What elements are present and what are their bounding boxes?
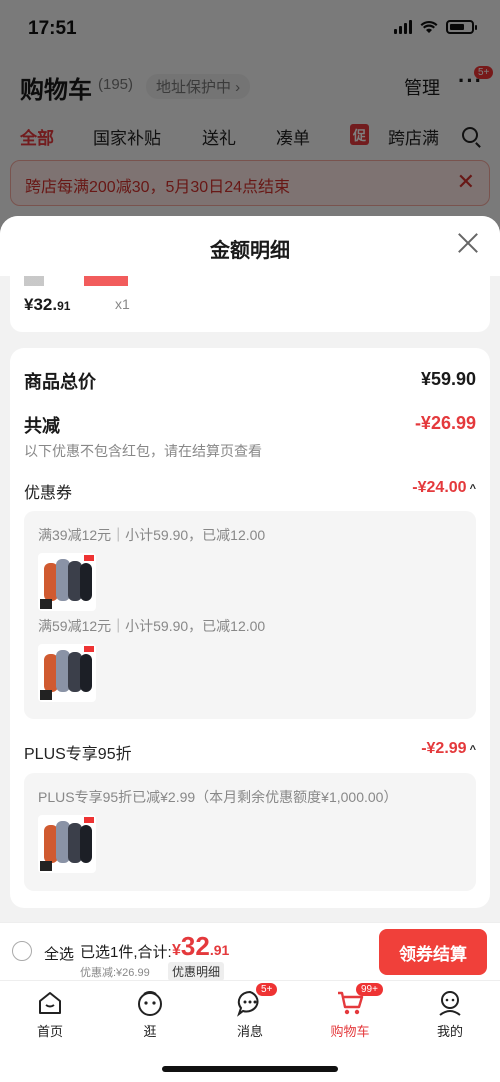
close-icon[interactable]: [454, 230, 482, 258]
home-icon: [36, 989, 64, 1017]
checkout-button[interactable]: 领券结算: [379, 929, 487, 975]
plus-detail-box: PLUS专享95折已减¥2.99（本月剩余优惠额度¥1,000.00）: [24, 773, 476, 891]
item-quantity: x1: [115, 296, 130, 312]
total-label: 商品总价: [24, 372, 96, 392]
tab-messages[interactable]: 5+ 消息: [210, 983, 290, 1040]
tab-label: 我的: [436, 1024, 463, 1039]
coupon-toggle[interactable]: -¥24.00 ^: [412, 479, 476, 497]
total-amount: ¥32.91: [172, 931, 229, 962]
chevron-up-icon: ^: [469, 744, 476, 756]
browse-icon: [136, 989, 164, 1017]
select-all-checkbox[interactable]: [12, 941, 32, 961]
product-thumbnail: [38, 815, 96, 873]
reduce-value: -¥26.99: [414, 413, 476, 433]
tab-profile[interactable]: 我的: [410, 989, 490, 1040]
reduce-note: 以下优惠不包含红包，请在结算页查看: [24, 443, 262, 459]
plus-toggle[interactable]: -¥2.99 ^: [421, 740, 476, 758]
message-icon: 5+: [236, 983, 278, 1017]
tab-browse[interactable]: 逛: [110, 989, 190, 1040]
coupon-detail-box: 满39减12元｜小计59.90，已减12.00 满59减12元｜小计59.90，…: [24, 511, 476, 719]
discount-detail-link[interactable]: 优惠明细: [168, 962, 225, 981]
item-price-main: ¥32.: [24, 295, 58, 314]
discount-amount: 优惠减:¥26.99: [80, 967, 150, 979]
total-int: 32: [180, 931, 210, 961]
select-all-label[interactable]: 全选: [44, 943, 74, 964]
coupon-line: 满59减12元｜小计59.90，已减12.00: [38, 618, 266, 634]
plus-label: PLUS专享95折: [24, 746, 132, 763]
profile-icon: [436, 989, 464, 1017]
sheet-title: 金额明细: [210, 240, 290, 262]
product-image: [24, 276, 128, 286]
tab-cart[interactable]: 99+ 购物车: [310, 983, 390, 1040]
coupon-value: -¥24.00: [412, 479, 467, 496]
message-badge: 5+: [256, 983, 278, 996]
cart-icon: 99+: [336, 983, 383, 1017]
item-price-decimal: 91: [57, 299, 71, 313]
product-thumbnail: [38, 644, 96, 702]
tab-label: 购物车: [330, 1024, 370, 1039]
tab-label: 消息: [236, 1024, 263, 1039]
tab-label: 逛: [143, 1024, 157, 1039]
total-dec: .91: [209, 942, 230, 958]
product-item-card: ¥32.91 x1: [10, 276, 490, 332]
selected-info: 已选1件,合计:: [80, 944, 172, 961]
tab-label: 首页: [36, 1024, 63, 1039]
coupon-label: 优惠券: [24, 485, 73, 502]
sheet-header: 金额明细: [0, 216, 500, 276]
item-price: ¥32.91: [24, 295, 70, 315]
currency: ¥: [172, 942, 181, 959]
reduce-label: 共减: [24, 416, 60, 436]
total-value: ¥59.90: [420, 369, 476, 389]
price-summary: 商品总价 ¥59.90 共减 -¥26.99 以下优惠不包含红包，请在结算页查看…: [10, 348, 490, 908]
plus-value: -¥2.99: [421, 740, 467, 757]
plus-note: PLUS专享95折已减¥2.99（本月剩余优惠额度¥1,000.00）: [38, 789, 398, 805]
cart-badge: 99+: [356, 983, 383, 996]
checkout-bar: 全选 已选1件,合计: ¥32.91 优惠减:¥26.99 优惠明细 领券结算: [0, 922, 500, 981]
coupon-line: 满39减12元｜小计59.90，已减12.00: [38, 527, 266, 543]
product-thumbnail: [38, 553, 96, 611]
tab-home[interactable]: 首页: [10, 989, 90, 1040]
amount-detail-sheet: 金额明细 ¥32.91 x1 商品总价 ¥59.90 共减 -¥26.99 以下…: [0, 216, 500, 922]
home-indicator: [162, 1066, 338, 1072]
chevron-up-icon: ^: [469, 483, 476, 495]
